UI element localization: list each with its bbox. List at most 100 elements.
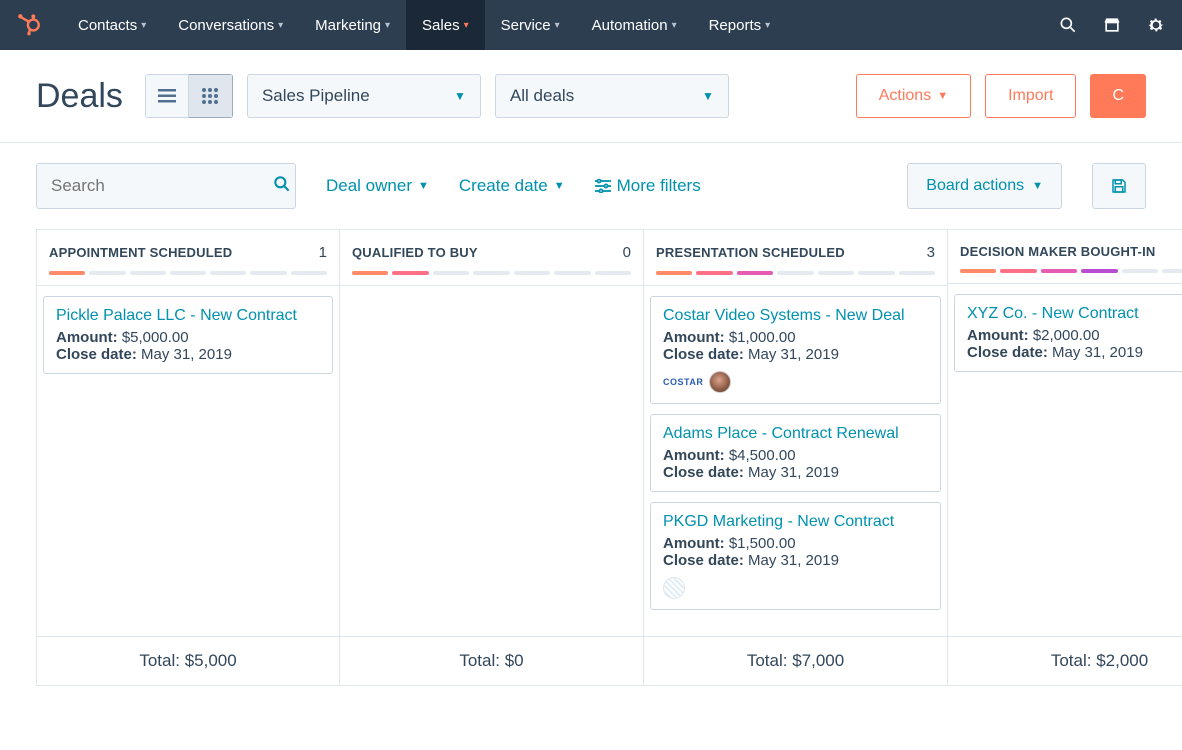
import-label: Import [1008, 87, 1053, 105]
nav-reports[interactable]: Reports▾ [693, 0, 787, 50]
column-header: DECISION MAKER BOUGHT-IN [948, 230, 1182, 284]
column-total: Total: $5,000 [37, 636, 339, 685]
view-switch [145, 74, 233, 118]
actions-button[interactable]: Actions ▼ [856, 74, 971, 118]
nav-service[interactable]: Service▾ [485, 0, 576, 50]
board-view-button[interactable] [189, 74, 233, 118]
deal-title: Costar Video Systems - New Deal [663, 307, 928, 325]
filter-label: Deal owner [326, 176, 412, 196]
total-value: $5,000 [185, 651, 237, 670]
chevron-down-icon: ▾ [555, 20, 560, 31]
deal-close-date: May 31, 2019 [141, 346, 232, 363]
column-count: 0 [623, 244, 631, 261]
deal-title: Adams Place - Contract Renewal [663, 425, 928, 443]
amount-label: Amount: [967, 327, 1029, 344]
chevron-down-icon: ▾ [464, 20, 469, 31]
list-view-button[interactable] [145, 74, 189, 118]
chevron-down-icon: ▼ [937, 90, 948, 102]
deal-close-date: May 31, 2019 [748, 552, 839, 569]
amount-label: Amount: [663, 535, 725, 552]
save-view-button[interactable] [1092, 163, 1146, 209]
search-input[interactable] [51, 176, 272, 196]
import-button[interactable]: Import [985, 74, 1076, 118]
column-title: DECISION MAKER BOUGHT-IN [960, 244, 1155, 259]
nav-items: Contacts▾ Conversations▾ Marketing▾ Sale… [62, 0, 1058, 50]
close-date-label: Close date: [967, 344, 1048, 361]
chevron-down-icon: ▾ [672, 20, 677, 31]
nav-automation[interactable]: Automation▾ [576, 0, 693, 50]
deal-title: Pickle Palace LLC - New Contract [56, 307, 320, 325]
deal-amount-line: Amount: $1,000.00 [663, 329, 928, 346]
create-label: C [1112, 87, 1124, 105]
deal-close-line: Close date: May 31, 2019 [663, 464, 928, 481]
nav-label: Sales [422, 17, 460, 34]
actions-label: Actions [879, 87, 931, 105]
deals-select-value: All deals [510, 86, 574, 106]
column-body[interactable] [340, 286, 643, 636]
stage-progress [656, 271, 935, 275]
column-header: QUALIFIED TO BUY0 [340, 230, 643, 286]
nav-right [1058, 15, 1166, 35]
pipeline-column: APPOINTMENT SCHEDULED1Pickle Palace LLC … [36, 229, 340, 686]
amount-label: Amount: [56, 329, 118, 346]
deal-amount: $2,000.00 [1033, 327, 1100, 344]
total-label: Total: [1051, 651, 1092, 670]
column-body[interactable]: Costar Video Systems - New Deal Amount: $… [644, 286, 947, 636]
column-body[interactable]: XYZ Co. - New Contract Amount: $2,000.00C… [948, 284, 1182, 636]
deal-title: PKGD Marketing - New Contract [663, 513, 928, 531]
search-icon [272, 174, 292, 199]
deal-card[interactable]: XYZ Co. - New Contract Amount: $2,000.00C… [954, 294, 1182, 372]
hubspot-logo-icon[interactable] [16, 12, 42, 38]
deals-select[interactable]: All deals ▼ [495, 74, 729, 118]
amount-label: Amount: [663, 447, 725, 464]
deal-card[interactable]: Adams Place - Contract Renewal Amount: $4… [650, 414, 941, 492]
gear-icon[interactable] [1146, 15, 1166, 35]
sliders-icon [595, 179, 611, 193]
column-title: PRESENTATION SCHEDULED [656, 245, 845, 260]
chevron-down-icon: ▾ [765, 20, 770, 31]
pipeline-column: QUALIFIED TO BUY0Total: $0 [340, 229, 644, 686]
deal-amount-line: Amount: $5,000.00 [56, 329, 320, 346]
create-date-filter[interactable]: Create date ▼ [459, 176, 565, 196]
deals-board: APPOINTMENT SCHEDULED1Pickle Palace LLC … [0, 229, 1182, 686]
deal-amount-line: Amount: $4,500.00 [663, 447, 928, 464]
nav-sales[interactable]: Sales ▾ [406, 0, 485, 50]
more-filters-button[interactable]: More filters [595, 176, 701, 196]
deal-card[interactable]: Costar Video Systems - New Deal Amount: $… [650, 296, 941, 404]
nav-label: Reports [709, 17, 762, 34]
nav-label: Conversations [178, 17, 274, 34]
deal-close-date: May 31, 2019 [1052, 344, 1143, 361]
stage-progress [352, 271, 631, 275]
deal-amount-line: Amount: $1,500.00 [663, 535, 928, 552]
deal-close-date: May 31, 2019 [748, 464, 839, 481]
total-value: $7,000 [792, 651, 844, 670]
chevron-down-icon: ▼ [418, 180, 429, 192]
column-count: 1 [319, 244, 327, 261]
deal-tags [663, 577, 928, 599]
board-actions-button[interactable]: Board actions ▼ [907, 163, 1062, 209]
create-deal-button[interactable]: C [1090, 74, 1146, 118]
chevron-down-icon: ▼ [454, 89, 466, 103]
filter-label: More filters [617, 176, 701, 196]
nav-marketing[interactable]: Marketing▾ [299, 0, 406, 50]
deal-owner-filter[interactable]: Deal owner ▼ [326, 176, 429, 196]
total-label: Total: [747, 651, 788, 670]
deal-title: XYZ Co. - New Contract [967, 305, 1182, 323]
owner-avatar [709, 371, 731, 393]
deal-amount: $1,500.00 [729, 535, 796, 552]
pipeline-column: PRESENTATION SCHEDULED3Costar Video Syst… [644, 229, 948, 686]
deal-close-line: Close date: May 31, 2019 [56, 346, 320, 363]
column-total: Total: $7,000 [644, 636, 947, 685]
column-body[interactable]: Pickle Palace LLC - New Contract Amount: … [37, 286, 339, 636]
chevron-down-icon: ▼ [554, 180, 565, 192]
nav-conversations[interactable]: Conversations▾ [162, 0, 299, 50]
marketplace-icon[interactable] [1102, 15, 1122, 35]
page-title: Deals [36, 77, 123, 116]
filter-label: Create date [459, 176, 548, 196]
search-box[interactable] [36, 163, 296, 209]
deal-card[interactable]: PKGD Marketing - New Contract Amount: $1,… [650, 502, 941, 610]
pipeline-select[interactable]: Sales Pipeline ▼ [247, 74, 481, 118]
search-icon[interactable] [1058, 15, 1078, 35]
deal-card[interactable]: Pickle Palace LLC - New Contract Amount: … [43, 296, 333, 374]
nav-contacts[interactable]: Contacts▾ [62, 0, 162, 50]
